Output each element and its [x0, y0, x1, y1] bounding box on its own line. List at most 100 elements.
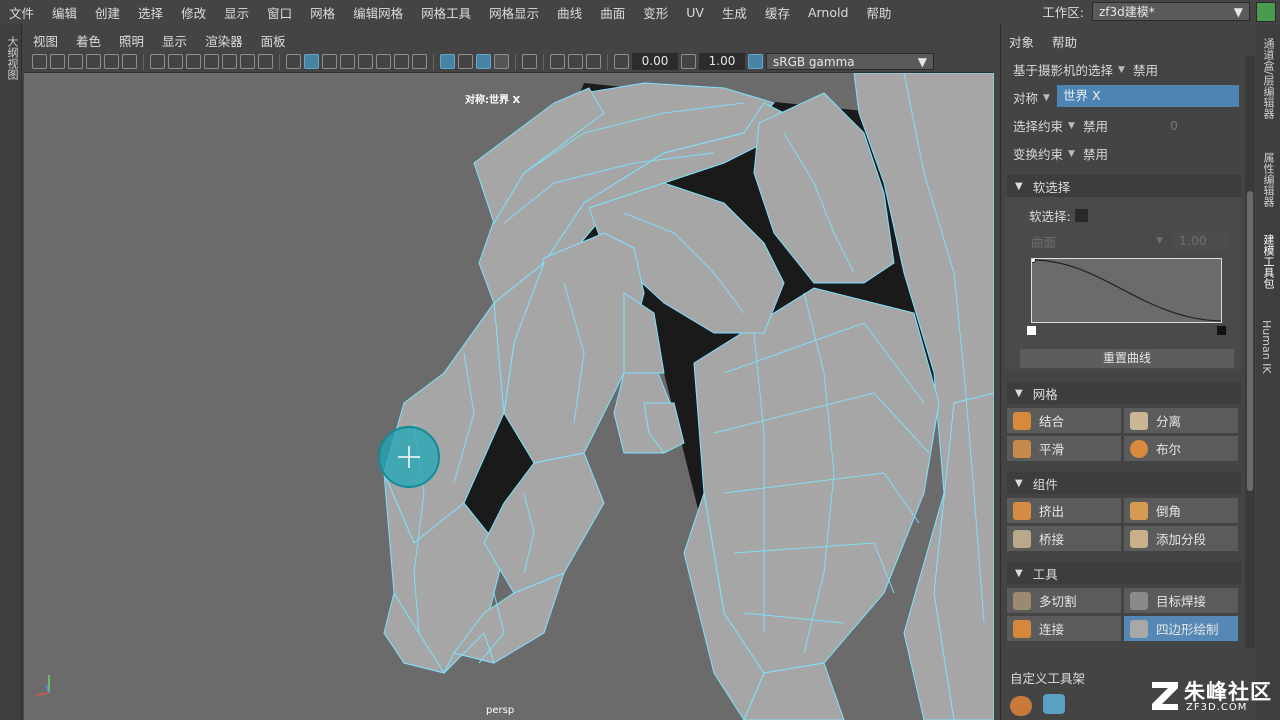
camera-attributes-icon[interactable] — [50, 54, 65, 69]
falloff-curve-graph[interactable] — [1030, 257, 1222, 323]
menu-create[interactable]: 创建 — [86, 3, 129, 22]
falloff-radius[interactable]: 1.00 — [1172, 231, 1229, 251]
connect-button[interactable]: 连接 — [1007, 616, 1121, 641]
menu-mesh-tools[interactable]: 网格工具 — [412, 3, 480, 22]
add-divisions-button[interactable]: 添加分段 — [1124, 526, 1238, 551]
menu-display[interactable]: 显示 — [215, 3, 258, 22]
components-section-header[interactable]: ▼ 组件 — [1007, 472, 1241, 494]
menu-arnold[interactable]: Arnold — [799, 5, 857, 20]
image-plane-icon[interactable] — [86, 54, 101, 69]
menu-deform[interactable]: 变形 — [634, 3, 677, 22]
menu-edit[interactable]: 编辑 — [43, 3, 86, 22]
gamma-field[interactable]: 1.00 — [699, 53, 745, 70]
vp-menu-panels[interactable]: 面板 — [252, 31, 295, 50]
separate-button[interactable]: 分离 — [1124, 408, 1238, 433]
vp-menu-show[interactable]: 显示 — [153, 31, 196, 50]
safe-action-icon[interactable] — [240, 54, 255, 69]
chevron-down-icon[interactable]: ▼ — [1043, 93, 1050, 103]
toolkit-scrollbar[interactable] — [1245, 56, 1255, 648]
workspace-dropdown[interactable]: zf3d建模* ▼ — [1092, 2, 1250, 21]
3d-viewport[interactable]: 对称:世界 X persp — [24, 73, 994, 720]
quad-draw-button[interactable]: 四边形绘制 — [1124, 616, 1238, 641]
ambient-occlusion-icon[interactable] — [412, 54, 427, 69]
resolution-gate-icon[interactable] — [186, 54, 201, 69]
pan-zoom-icon[interactable] — [104, 54, 119, 69]
combine-button[interactable]: 结合 — [1007, 408, 1121, 433]
isolate-select-icon[interactable] — [494, 54, 509, 69]
symmetry-value[interactable]: 世界 X — [1057, 85, 1239, 107]
chevron-down-icon[interactable]: ▼ — [1068, 149, 1075, 159]
bevel-button[interactable]: 倒角 — [1124, 498, 1238, 523]
two-side-lighting-icon[interactable] — [550, 54, 565, 69]
vp-menu-renderer[interactable]: 渲染器 — [196, 31, 252, 50]
attribute-editor-tab[interactable]: 属性编辑器 — [1260, 152, 1276, 207]
curve-start-key-icon[interactable] — [1027, 326, 1036, 335]
frame-all-icon[interactable] — [568, 54, 583, 69]
colorspace-dropdown[interactable]: sRGB gamma ▼ — [766, 53, 934, 70]
color-management-icon[interactable] — [748, 54, 763, 69]
modeling-toolkit-tab[interactable]: 建模工具包 — [1260, 234, 1276, 289]
menu-window[interactable]: 窗口 — [258, 3, 301, 22]
field-chart-icon[interactable] — [222, 54, 237, 69]
gamma-icon[interactable] — [681, 54, 696, 69]
film-gate-icon[interactable] — [168, 54, 183, 69]
lock-icon[interactable] — [1256, 2, 1276, 22]
vp-menu-lighting[interactable]: 照明 — [110, 31, 153, 50]
shelf-tool-icon[interactable] — [1010, 696, 1032, 716]
extrude-button[interactable]: 挤出 — [1007, 498, 1121, 523]
target-weld-button[interactable]: 目标焊接 — [1124, 588, 1238, 613]
gate-mask-icon[interactable] — [204, 54, 219, 69]
toolkit-menu-object[interactable]: 对象 — [1009, 32, 1034, 51]
vp-menu-view[interactable]: 视图 — [24, 31, 67, 50]
bookmark-icon[interactable] — [68, 54, 83, 69]
lights-icon[interactable] — [376, 54, 391, 69]
channel-box-tab[interactable]: 通道盒/层编辑器 — [1260, 38, 1276, 119]
transform-constraint-value[interactable]: 禁用 — [1083, 144, 1108, 163]
menu-generate[interactable]: 生成 — [713, 3, 756, 22]
wireframe-icon[interactable] — [286, 54, 301, 69]
exposure-field[interactable]: 0.00 — [632, 53, 678, 70]
reset-curve-button[interactable]: 重置曲线 — [1020, 349, 1234, 368]
menu-file[interactable]: 文件 — [0, 3, 43, 22]
menu-select[interactable]: 选择 — [129, 3, 172, 22]
xray-joints-icon[interactable] — [476, 54, 491, 69]
shadows-icon[interactable] — [394, 54, 409, 69]
grease-pencil-icon[interactable] — [122, 54, 137, 69]
textured-icon[interactable] — [358, 54, 373, 69]
select-camera-icon[interactable] — [522, 54, 537, 69]
menu-curves[interactable]: 曲线 — [548, 3, 591, 22]
menu-modify[interactable]: 修改 — [172, 3, 215, 22]
tools-section-header[interactable]: ▼ 工具 — [1007, 562, 1241, 584]
default-material-icon[interactable] — [322, 54, 337, 69]
soft-selection-header[interactable]: ▼ 软选择 — [1007, 175, 1241, 197]
scrollbar-thumb[interactable] — [1247, 191, 1253, 491]
selection-constraint-value[interactable]: 禁用 — [1083, 116, 1108, 135]
smooth-button[interactable]: 平滑 — [1007, 436, 1121, 461]
grid-icon[interactable] — [150, 54, 165, 69]
xray-icon[interactable] — [440, 54, 455, 69]
chevron-down-icon[interactable]: ▼ — [1118, 65, 1125, 75]
curve-end-key-icon[interactable] — [1217, 326, 1226, 335]
camera-based-selection-value[interactable]: 禁用 — [1133, 60, 1158, 79]
menu-mesh-display[interactable]: 网格显示 — [480, 3, 548, 22]
menu-mesh[interactable]: 网格 — [301, 3, 344, 22]
outliner-tab[interactable]: 大纲视图 — [0, 24, 20, 80]
mesh-section-header[interactable]: ▼ 网格 — [1007, 382, 1241, 404]
toolkit-menu-help[interactable]: 帮助 — [1052, 32, 1077, 51]
menu-uv[interactable]: UV — [677, 5, 713, 20]
soft-selection-checkbox[interactable] — [1074, 209, 1088, 222]
human-ik-tab[interactable]: Human IK — [1260, 320, 1273, 374]
wireframe-on-shaded-icon[interactable] — [340, 54, 355, 69]
menu-help[interactable]: 帮助 — [857, 3, 900, 22]
chevron-down-icon[interactable]: ▼ — [1068, 121, 1075, 131]
smooth-shade-icon[interactable] — [304, 54, 319, 69]
camera-icon[interactable] — [32, 54, 47, 69]
vp-menu-shading[interactable]: 着色 — [67, 31, 110, 50]
frame-selection-icon[interactable] — [586, 54, 601, 69]
shelf-tool-icon[interactable] — [1043, 694, 1065, 714]
menu-cache[interactable]: 缓存 — [756, 3, 799, 22]
multi-cut-button[interactable]: 多切割 — [1007, 588, 1121, 613]
safe-title-icon[interactable] — [258, 54, 273, 69]
bridge-button[interactable]: 桥接 — [1007, 526, 1121, 551]
falloff-mode[interactable]: 曲面 — [1031, 232, 1156, 251]
